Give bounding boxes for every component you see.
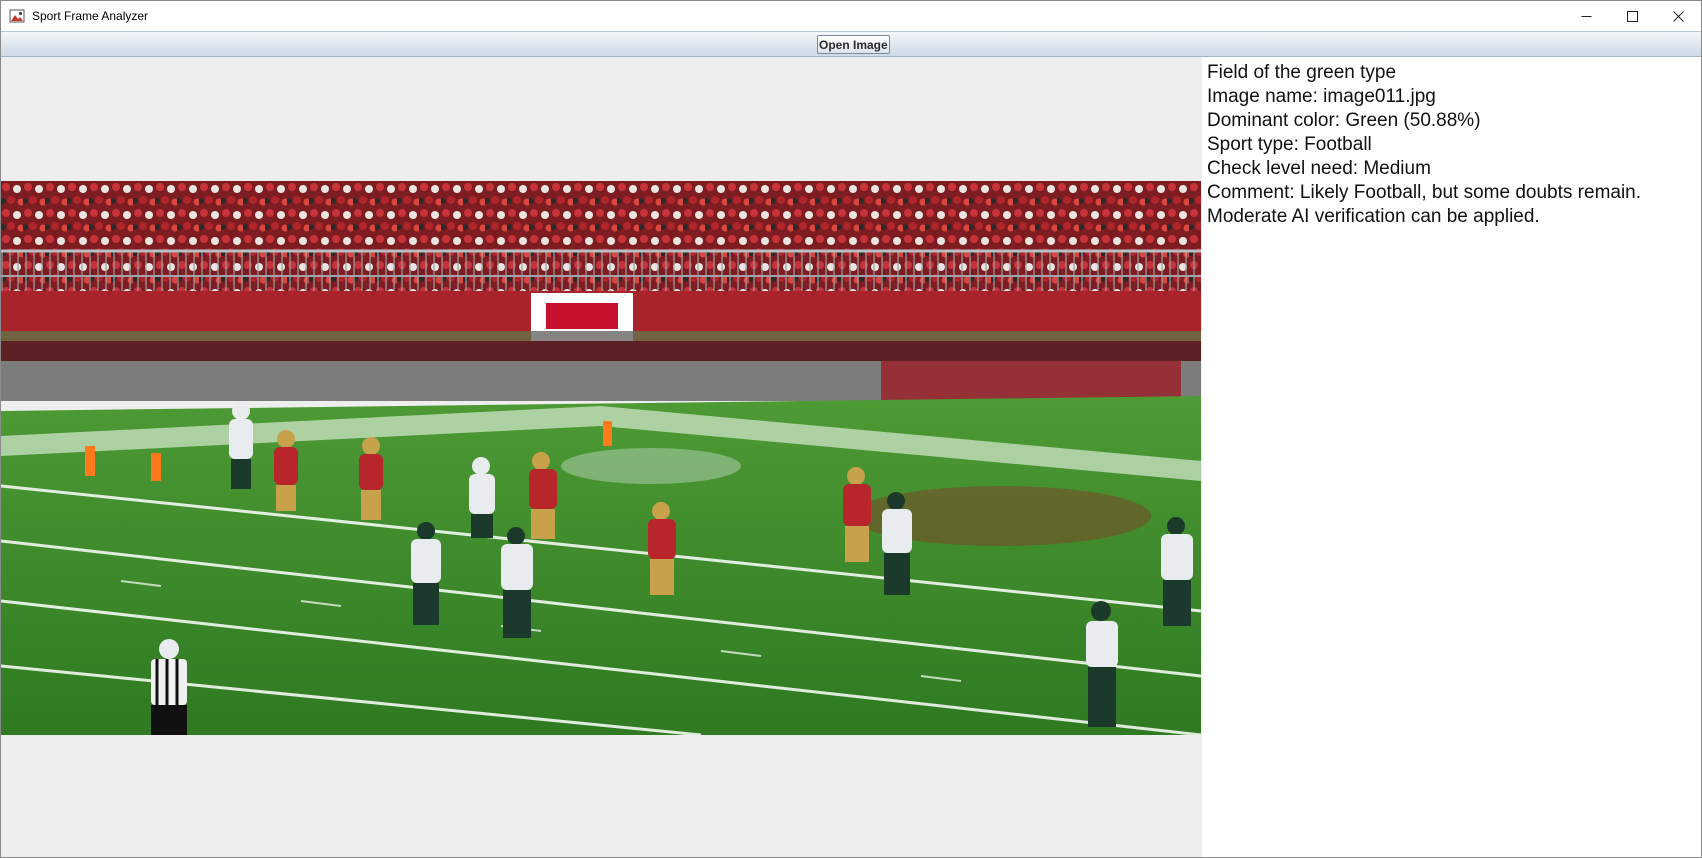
app-window: Sport Frame Analyzer Open Image Field of…: [0, 0, 1702, 858]
minimize-icon: [1581, 15, 1591, 17]
field-type-text: Field of the green type: [1207, 62, 1397, 83]
football-field-photo: [1, 181, 1201, 735]
maximize-icon: [1626, 10, 1638, 22]
toolbar: Open Image: [1, 31, 1701, 57]
dominant-color-text: Dominant color: Green (50.88%): [1207, 110, 1481, 131]
analysis-info-panel: Field of the green type Image name: imag…: [1202, 57, 1701, 857]
image-display-area: [1, 57, 1201, 857]
open-image-button[interactable]: Open Image: [817, 35, 890, 54]
close-button[interactable]: [1655, 1, 1701, 31]
image-name-text: Image name: image011.jpg: [1207, 86, 1436, 107]
minimize-button[interactable]: [1563, 1, 1609, 31]
comment-text-continued: Moderate AI verification can be applied.: [1207, 206, 1540, 227]
window-controls: [1563, 1, 1701, 31]
close-icon: [1672, 10, 1684, 22]
title-bar[interactable]: Sport Frame Analyzer: [1, 1, 1701, 31]
maximize-button[interactable]: [1609, 1, 1655, 31]
window-title: Sport Frame Analyzer: [32, 9, 149, 23]
check-level-text: Check level need: Medium: [1207, 158, 1431, 179]
comment-text: Comment: Likely Football, but some doubt…: [1207, 182, 1642, 203]
image-icon: [9, 9, 25, 23]
sport-type-text: Sport type: Football: [1207, 134, 1372, 155]
